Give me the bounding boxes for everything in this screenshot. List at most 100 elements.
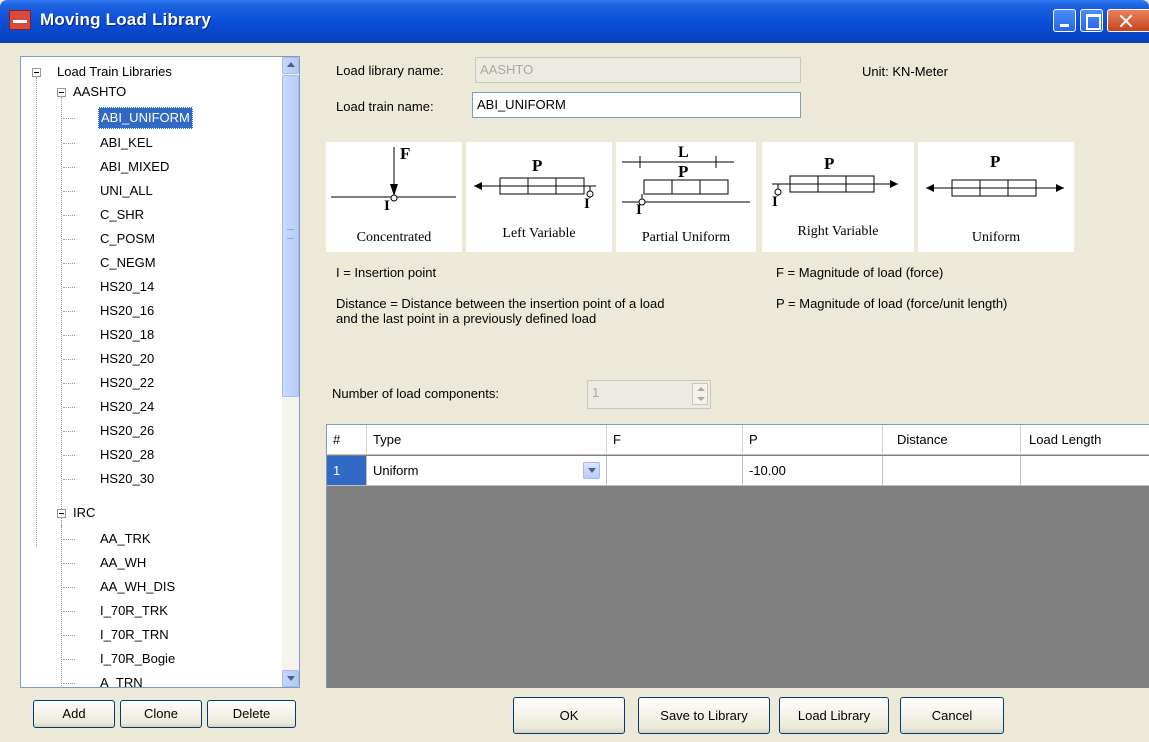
title-bar[interactable]: Moving Load Library	[0, 0, 1149, 43]
tree-item[interactable]: ABI_MIXED	[100, 156, 169, 178]
legend-distance-2: and the last point in a previously defin…	[336, 311, 597, 326]
tree-item[interactable]: HS20_26	[100, 420, 154, 442]
close-button[interactable]	[1107, 9, 1149, 32]
load-library-button[interactable]: Load Library	[779, 697, 889, 734]
concentrated-caption: Concentrated	[356, 230, 432, 245]
type-select[interactable]: Uniform	[367, 456, 607, 486]
tree-root-label[interactable]: Load Train Libraries	[57, 61, 172, 83]
col-header-type[interactable]: Type	[367, 425, 607, 455]
train-name-label: Load train name:	[336, 99, 434, 114]
tree-guide-line	[36, 77, 37, 547]
diagram-concentrated: F I Concentrated	[326, 142, 462, 252]
cell-load-length[interactable]	[1021, 456, 1149, 486]
tree-item[interactable]: HS20_28	[100, 444, 154, 466]
tree-guide-line	[61, 97, 62, 527]
tree-item[interactable]: C_POSM	[100, 228, 155, 250]
length-symbol: L	[678, 144, 689, 161]
insertion-symbol: I	[636, 202, 642, 218]
train-name-field[interactable]: ABI_UNIFORM	[472, 92, 801, 118]
cell-f[interactable]	[607, 456, 743, 486]
tree-item[interactable]: HS20_14	[100, 276, 154, 298]
tree-scrollbar[interactable]	[282, 57, 299, 687]
type-select-value: Uniform	[373, 463, 419, 478]
legend-distributed: P = Magnitude of load (force/unit length…	[776, 296, 1008, 311]
tree-item-abi-uniform[interactable]: ABI_UNIFORM	[98, 107, 193, 129]
p-symbol: P	[990, 152, 1001, 171]
tree-item[interactable]: C_NEGM	[100, 252, 156, 274]
col-header-f[interactable]: F	[607, 425, 743, 455]
tree-branch	[63, 118, 75, 119]
tree-item[interactable]: HS20_24	[100, 396, 154, 418]
collapse-aashto-icon[interactable]	[57, 88, 66, 97]
tree-item[interactable]: AA_WH	[100, 552, 146, 574]
diagram-left-variable: P I Left Variable	[466, 142, 612, 252]
tree-group-irc[interactable]: IRC	[73, 502, 95, 524]
table-row[interactable]: 1 Uniform -10.00	[327, 456, 1149, 486]
tree-item[interactable]: AA_TRK	[100, 528, 151, 550]
grid-header: # Type F P Distance Load Length	[327, 425, 1149, 455]
diagram-right-variable: P I Right Variable	[762, 142, 914, 252]
cell-p[interactable]: -10.00	[743, 456, 883, 486]
minimize-button[interactable]	[1053, 9, 1076, 32]
row-number[interactable]: 1	[327, 456, 367, 486]
ok-button[interactable]: OK	[513, 697, 625, 734]
diagram-partial-uniform: L P I Partial Uniform	[616, 142, 756, 252]
insertion-symbol: I	[772, 194, 778, 210]
maximize-button[interactable]	[1080, 9, 1103, 32]
tree-item[interactable]: AA_WH_DIS	[100, 576, 175, 598]
delete-button[interactable]: Delete	[207, 700, 296, 728]
tree-item[interactable]: HS20_16	[100, 300, 154, 322]
legend-force: F = Magnitude of load (force)	[776, 265, 944, 280]
tree-item[interactable]: HS20_20	[100, 348, 154, 370]
partial-uniform-caption: Partial Uniform	[641, 230, 731, 245]
cell-distance[interactable]	[883, 456, 1021, 486]
library-tree[interactable]: Load Train Libraries AASHTO ABI_UNIFORM …	[20, 56, 300, 688]
tree-item[interactable]: UNI_ALL	[100, 180, 153, 202]
scroll-down-icon[interactable]	[282, 670, 299, 687]
clone-button[interactable]: Clone	[120, 700, 202, 728]
uniform-caption: Uniform	[971, 230, 1021, 245]
tree-group-aashto[interactable]: AASHTO	[73, 81, 126, 103]
tree-item[interactable]: HS20_18	[100, 324, 154, 346]
col-header-num: #	[327, 425, 367, 455]
add-button[interactable]: Add	[33, 700, 115, 728]
app-icon	[9, 10, 31, 30]
num-components-label: Number of load components:	[332, 386, 499, 401]
scroll-up-icon[interactable]	[282, 57, 299, 74]
force-symbol: F	[400, 144, 411, 163]
insertion-symbol: I	[584, 196, 590, 212]
tree-item[interactable]: I_70R_TRN	[100, 624, 169, 646]
tree-item[interactable]: ABI_KEL	[100, 132, 153, 154]
tree-guide-line	[61, 524, 62, 687]
spinner-arrows-icon	[692, 383, 708, 405]
save-to-library-button[interactable]: Save to Library	[638, 697, 770, 734]
insertion-symbol: I	[384, 198, 390, 214]
tree-item[interactable]: I_70R_Bogie	[100, 648, 175, 670]
col-header-p[interactable]: P	[743, 425, 883, 455]
tree-item[interactable]: C_SHR	[100, 204, 144, 226]
collapse-irc-icon[interactable]	[57, 509, 66, 518]
window-title: Moving Load Library	[40, 10, 211, 29]
cancel-button[interactable]: Cancel	[900, 697, 1004, 734]
tree-item[interactable]: I_70R_TRK	[100, 600, 168, 622]
chevron-down-icon[interactable]	[583, 462, 600, 479]
legend-insertion: I = Insertion point	[336, 265, 437, 280]
tree-item[interactable]: HS20_22	[100, 372, 154, 394]
legend-distance-1: Distance = Distance between the insertio…	[336, 296, 665, 311]
library-name-field: AASHTO	[475, 57, 801, 83]
library-name-label: Load library name:	[336, 63, 444, 78]
p-symbol: P	[678, 162, 689, 181]
tree-item[interactable]: HS20_30	[100, 468, 154, 490]
col-header-load-length[interactable]: Load Length	[1021, 425, 1149, 455]
tree-item[interactable]: A_TRN	[100, 672, 143, 687]
p-symbol: P	[532, 156, 543, 175]
diagram-uniform: P Uniform	[918, 142, 1074, 252]
scroll-thumb[interactable]	[282, 75, 299, 397]
load-components-grid[interactable]: # Type F P Distance Load Length 1 Unifor…	[326, 424, 1149, 688]
p-symbol: P	[824, 154, 835, 173]
unit-label: Unit: KN-Meter	[862, 64, 948, 79]
left-variable-caption: Left Variable	[502, 226, 576, 241]
collapse-root-icon[interactable]	[32, 68, 41, 77]
right-variable-caption: Right Variable	[797, 224, 879, 239]
col-header-distance[interactable]: Distance	[883, 425, 1021, 455]
